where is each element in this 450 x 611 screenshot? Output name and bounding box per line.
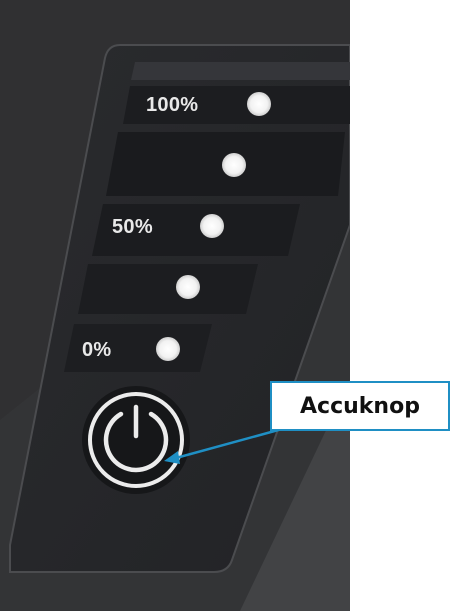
battery-button[interactable] bbox=[82, 386, 190, 494]
led-indicator-50 bbox=[200, 214, 224, 238]
level-bar bbox=[78, 264, 258, 314]
led-indicator-25 bbox=[176, 275, 200, 299]
callout-label: Accuknop bbox=[300, 393, 420, 419]
led-indicator-100 bbox=[247, 92, 271, 116]
led-indicator-0 bbox=[156, 337, 180, 361]
battery-button-housing bbox=[82, 386, 190, 494]
led-indicator-75 bbox=[222, 153, 246, 177]
level-label-100: 100% bbox=[146, 94, 199, 116]
device-panel-graphic bbox=[0, 0, 350, 611]
level-label-50: 50% bbox=[112, 216, 153, 238]
callout-box: Accuknop bbox=[270, 381, 450, 431]
level-bar bbox=[131, 62, 350, 80]
level-label-0: 0% bbox=[82, 339, 112, 361]
device-photo: 100% 50% 0% bbox=[0, 0, 350, 611]
